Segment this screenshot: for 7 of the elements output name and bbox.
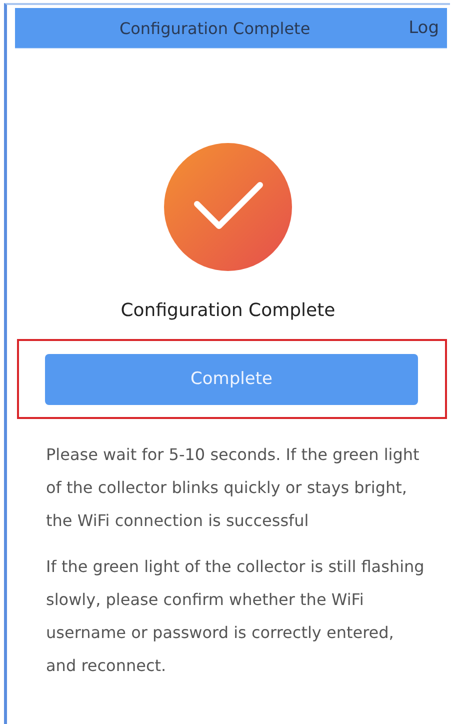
status-heading: Configuration Complete (120, 300, 336, 321)
instruction-text: Please wait for 5-10 seconds. If the green light of the collector blinks quickly or stays bright, the WiFi connection is successful (46, 444, 420, 532)
log-link[interactable]: Log (408, 18, 447, 38)
page-title: Configuration Complete (118, 18, 312, 38)
instruction-text: If the green light of the collector is still flashing slowly, please confirm whether the WiFi username or password is correctly entered, and reconnect. (46, 556, 426, 677)
complete-button[interactable]: Complete (45, 354, 418, 404)
check-circle-icon (163, 142, 293, 272)
